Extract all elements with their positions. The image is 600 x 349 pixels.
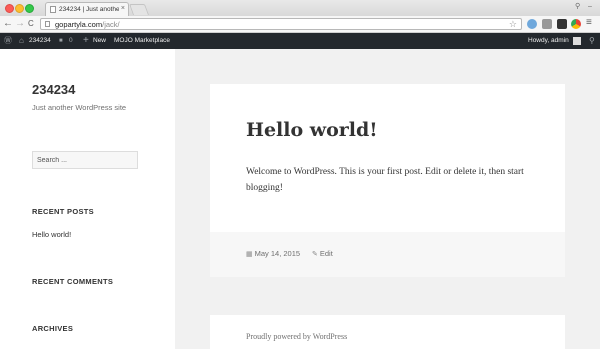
minimize-icon[interactable]: – — [588, 2, 592, 12]
url-text: gopartyla.com/jack/ — [55, 20, 120, 29]
calendar-icon: ▦ — [246, 251, 253, 258]
close-window-button[interactable] — [5, 4, 14, 13]
post-date-meta: ▦ May 14, 2015 — [246, 249, 300, 260]
search-icon[interactable]: ⚲ — [589, 33, 595, 49]
browser-menu-icon[interactable]: ≡ — [586, 17, 592, 29]
comments-count[interactable]: 0 — [69, 33, 73, 49]
edit-post-link[interactable]: Edit — [320, 249, 333, 258]
page-favicon-icon — [50, 6, 56, 13]
extension-square-icon[interactable] — [542, 19, 552, 29]
sidebar: 234234 Just another WordPress site RECEN… — [0, 49, 175, 349]
back-button[interactable]: ← — [3, 18, 13, 30]
extension-chrome-icon[interactable] — [571, 19, 581, 29]
tab-title: 234234 | Just another Wo — [59, 6, 119, 13]
post-card: Hello world! Welcome to WordPress. This … — [210, 84, 565, 277]
mojo-marketplace-link[interactable]: MOJO Marketplace — [114, 33, 170, 49]
plus-icon: + — [83, 35, 89, 46]
post-date-link[interactable]: May 14, 2015 — [255, 249, 300, 258]
wordpress-logo-icon[interactable]: Ⓦ — [4, 33, 12, 49]
pencil-icon: ✎ — [312, 251, 318, 258]
reload-button[interactable]: C — [28, 18, 34, 30]
site-footer: Proudly powered by WordPress — [210, 315, 565, 349]
tab-close-icon[interactable]: × — [121, 4, 125, 14]
minimize-window-button[interactable] — [15, 4, 24, 13]
new-content-link[interactable]: New — [93, 33, 106, 49]
page-info-icon — [45, 21, 50, 27]
powered-by-link[interactable]: Proudly powered by WordPress — [246, 332, 347, 341]
howdy-user-link[interactable]: Howdy, admin — [528, 33, 569, 49]
recent-posts-heading: RECENT POSTS — [32, 207, 94, 216]
post-body: Welcome to WordPress. This is your first… — [246, 167, 524, 193]
post-title[interactable]: Hello world! — [246, 119, 378, 141]
browser-toolbar: ← → C gopartyla.com/jack/ ☆ ≡ — [0, 16, 600, 33]
site-title[interactable]: 234234 — [32, 82, 75, 97]
extension-globe-icon[interactable] — [527, 19, 537, 29]
admin-bar-site-name[interactable]: 234234 — [29, 33, 51, 49]
user-profile-icon[interactable]: ⚲ — [575, 2, 580, 12]
recent-post-link[interactable]: Hello world! — [32, 230, 71, 239]
forward-button[interactable]: → — [15, 18, 25, 30]
recent-comments-heading: RECENT COMMENTS — [32, 277, 114, 286]
post-meta-footer: ▦ May 14, 2015 ✎ Edit — [210, 232, 565, 277]
comment-icon: ■ — [59, 38, 63, 44]
new-tab-button[interactable] — [128, 4, 150, 15]
browser-tab[interactable]: 234234 | Just another Wo × — [45, 2, 129, 16]
wp-admin-bar: Ⓦ ⌂ 234234 ■ 0 + New MOJO Marketplace Ho… — [0, 33, 600, 49]
search-input[interactable] — [32, 151, 138, 169]
home-icon: ⌂ — [19, 36, 24, 45]
site-description: Just another WordPress site — [32, 103, 127, 112]
zoom-window-button[interactable] — [25, 4, 34, 13]
archives-heading: ARCHIVES — [32, 324, 74, 333]
bookmark-star-icon[interactable]: ☆ — [509, 18, 517, 30]
extension-dark-icon[interactable] — [557, 19, 567, 29]
browser-tab-bar: 234234 | Just another Wo × ⚲ – — [0, 0, 600, 16]
address-bar[interactable]: gopartyla.com/jack/ ☆ — [40, 18, 522, 30]
avatar[interactable] — [573, 37, 581, 45]
post-edit-meta: ✎ Edit — [312, 249, 333, 260]
